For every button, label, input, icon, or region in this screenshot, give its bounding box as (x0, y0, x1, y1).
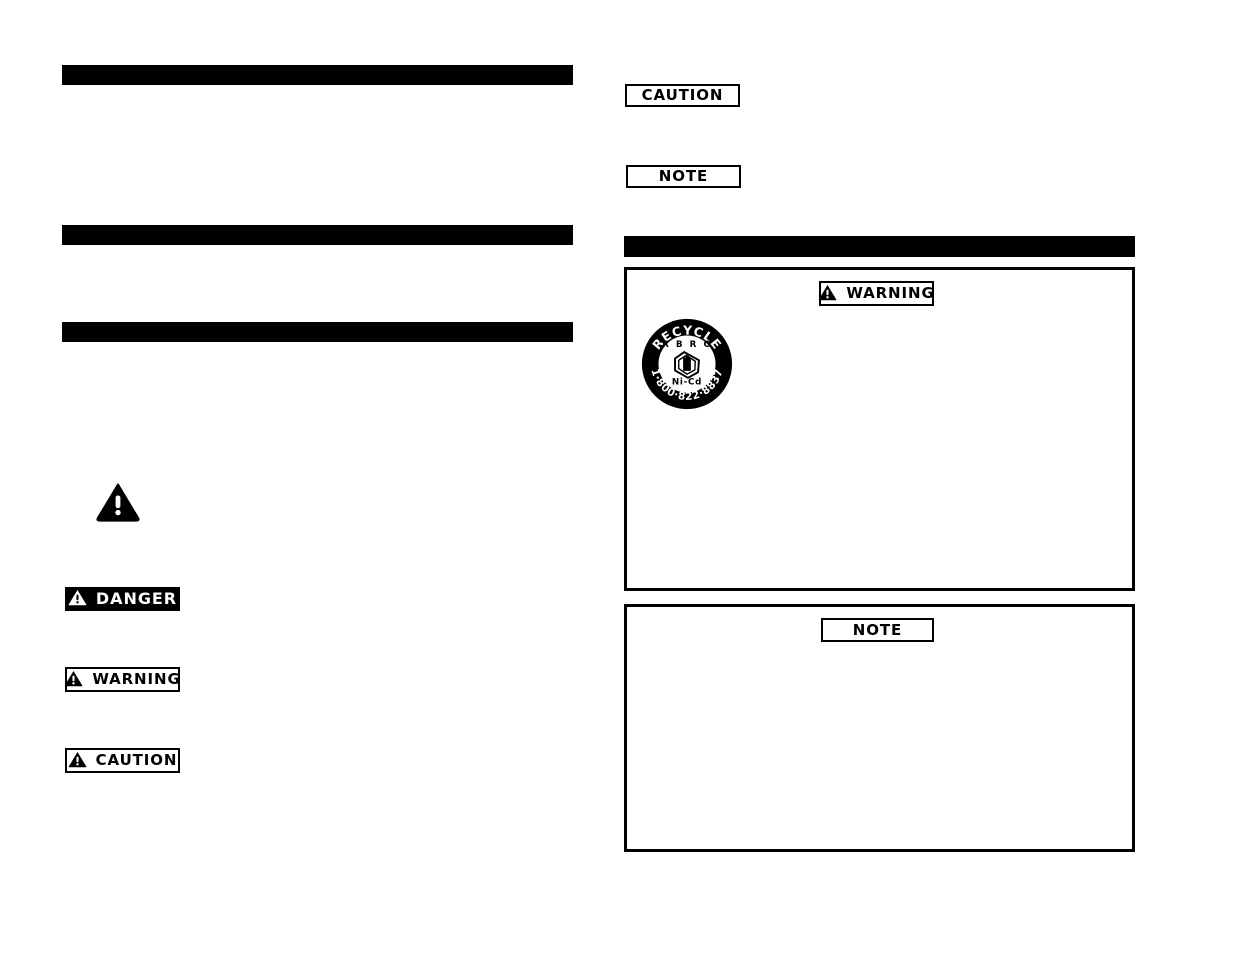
warning-triangle-icon (818, 284, 837, 304)
warning-triangle-icon (68, 751, 87, 771)
section-bar-right (624, 236, 1135, 257)
danger-badge-label: DANGER (95, 589, 178, 608)
safety-alert-triangle-icon (96, 482, 140, 527)
section-bar-2 (62, 225, 573, 245)
caution-badge-label: CAUTION (95, 751, 178, 769)
warning-callout-body (737, 320, 1127, 580)
note-callout-body (643, 655, 1121, 845)
caution-badge: CAUTION (65, 748, 180, 773)
manual-page: DANGER WARNING CAUTION CAUTION NOTE WARN… (0, 0, 1235, 954)
note-callout-badge-label: NOTE (852, 620, 903, 639)
note-box-top-label: NOTE (658, 167, 709, 185)
note-box-top: NOTE (626, 165, 741, 188)
warning-triangle-icon (68, 589, 87, 609)
right-column: CAUTION NOTE WARNING RECYCLE 1·800·822·8… (624, 0, 1135, 954)
caution-box-top: CAUTION (625, 84, 740, 107)
warning-callout-badge-label: WARNING (846, 284, 935, 302)
left-column: DANGER WARNING CAUTION (62, 0, 573, 954)
svg-text:Ni-Cd: Ni-Cd (672, 378, 702, 388)
warning-callout-box: WARNING RECYCLE 1·800·822·8837 R B R C N… (624, 267, 1135, 591)
warning-badge: WARNING (64, 667, 181, 692)
section-bar-1 (62, 65, 573, 85)
caution-box-top-label: CAUTION (641, 86, 724, 104)
warning-triangle-icon (64, 670, 83, 690)
section-bar-3 (62, 322, 573, 342)
rbrc-recycle-seal: RECYCLE 1·800·822·8837 R B R C Ni-Cd (641, 318, 733, 415)
warning-badge-label: WARNING (92, 670, 181, 688)
warning-callout-badge: WARNING (818, 281, 935, 306)
note-callout-box: NOTE (624, 604, 1135, 852)
danger-badge: DANGER (65, 587, 180, 611)
svg-text:R B R C: R B R C (662, 340, 712, 350)
note-callout-badge: NOTE (821, 618, 934, 642)
